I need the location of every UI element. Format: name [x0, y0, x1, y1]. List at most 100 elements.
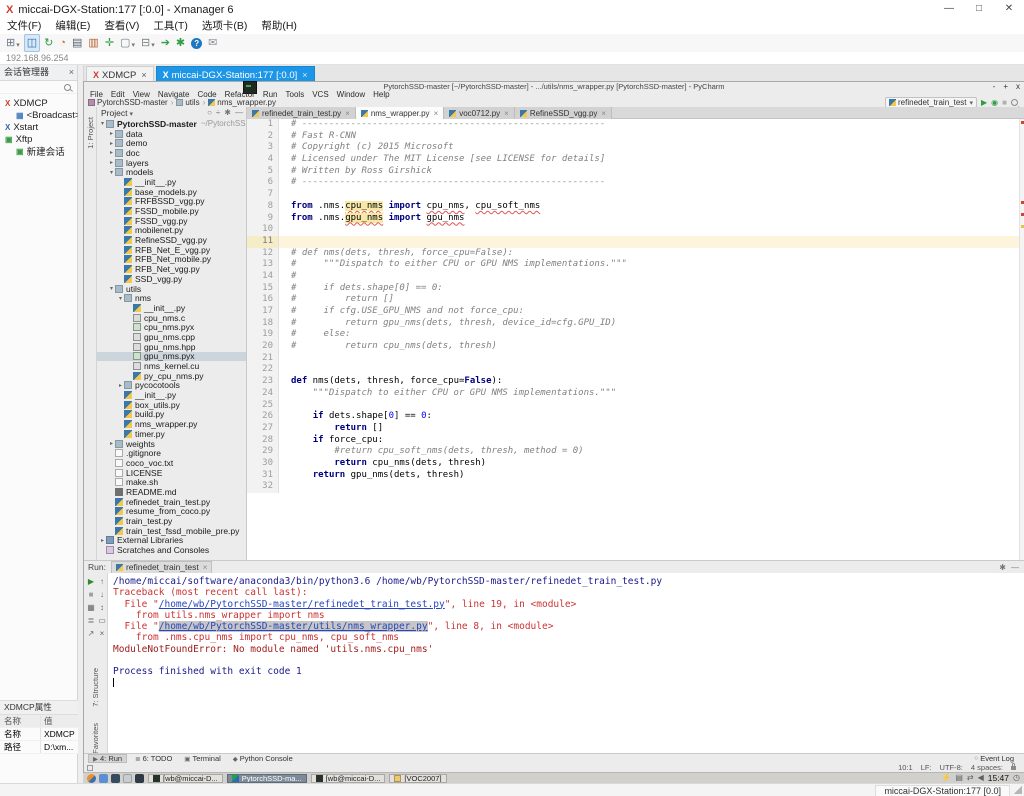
editor-tab[interactable]: refinedet_train_test.py: [247, 107, 356, 119]
tree-item[interactable]: mobilenet.py: [97, 226, 246, 236]
menu-item[interactable]: 查看(V): [97, 19, 146, 34]
tree-item[interactable]: README.md: [97, 487, 246, 497]
menu-item[interactable]: Code: [193, 91, 220, 98]
tree-item[interactable]: cpu_nms.c: [97, 313, 246, 323]
menu-item[interactable]: 文件(F): [0, 19, 48, 34]
feedback-icon[interactable]: ✉: [206, 35, 219, 51]
resize-grip[interactable]: [1014, 786, 1022, 794]
menu-item[interactable]: Run: [259, 91, 282, 98]
tile-windows-icon[interactable]: ⊟: [139, 35, 157, 51]
status-item[interactable]: LF:: [921, 763, 932, 772]
breadcrumb-item[interactable]: PytorchSSD-master: [88, 98, 176, 107]
search-everywhere-icon[interactable]: [1011, 99, 1018, 106]
expand-arrow-icon[interactable]: [108, 440, 115, 447]
expand-arrow-icon[interactable]: [108, 159, 115, 166]
run-settings-icon[interactable]: ✱: [999, 563, 1006, 572]
close-icon[interactable]: [500, 109, 509, 118]
tree-item[interactable]: FRFBSSD_vgg.py: [97, 197, 246, 207]
maximize-button[interactable]: □: [964, 0, 994, 19]
toolwindow-button[interactable]: ≣6: TODO: [131, 754, 176, 763]
project-hide-icon[interactable]: —: [235, 107, 243, 119]
toolwindow-button[interactable]: ▣Terminal: [180, 754, 225, 763]
menu-item[interactable]: 编辑(E): [48, 19, 97, 34]
session-item[interactable]: XXDMCP: [0, 97, 77, 109]
run-config-selector[interactable]: refinedet_train_test: [885, 97, 977, 108]
expand-arrow-icon[interactable]: [108, 130, 115, 137]
menu-item[interactable]: File: [86, 91, 107, 98]
run-button[interactable]: ▶: [981, 98, 987, 107]
restore-layout-icon[interactable]: ▦: [86, 602, 96, 613]
tree-item[interactable]: utils: [97, 284, 246, 294]
editor-tab[interactable]: RefineSSD_vgg.py: [515, 107, 612, 119]
stop-button[interactable]: ■: [1002, 98, 1007, 107]
project-panel-title[interactable]: Project: [101, 108, 127, 118]
code-area[interactable]: 1# -------------------------------------…: [247, 119, 1024, 560]
editor-tab[interactable]: nms_wrapper.py: [356, 107, 444, 119]
menu-item[interactable]: 选项卡(B): [195, 19, 255, 34]
breadcrumb-item[interactable]: nms_wrapper.py: [208, 98, 276, 107]
tree-item[interactable]: train_test.py: [97, 516, 246, 526]
tree-item[interactable]: LICENSE: [97, 468, 246, 478]
close-icon[interactable]: [297, 70, 307, 81]
project-filter-icon[interactable]: ○: [207, 107, 212, 119]
editor-launcher-icon[interactable]: [123, 774, 132, 783]
monitor-icon[interactable]: ▢: [118, 35, 137, 51]
tree-item[interactable]: PytorchSSD-master~/PytorchSSD-master: [97, 119, 246, 129]
run-console[interactable]: /home/miccai/software/anaconda3/bin/pyth…: [108, 573, 1024, 754]
expand-arrow-icon[interactable]: [117, 382, 124, 389]
search-icon[interactable]: [64, 84, 71, 91]
stripe-structure-button[interactable]: 7: Structure: [91, 668, 100, 707]
display-icon[interactable]: ⇄: [967, 773, 974, 783]
menu-item[interactable]: Help: [369, 91, 393, 98]
tree-item[interactable]: Scratches and Consoles: [97, 545, 246, 555]
scroll-to-end-icon[interactable]: ↗: [86, 628, 96, 639]
clear-icon[interactable]: ×: [97, 628, 107, 639]
tree-item[interactable]: train_test_fssd_mobile_pre.py: [97, 526, 246, 536]
up-stack-icon[interactable]: ↑: [97, 576, 107, 587]
expand-arrow-icon[interactable]: [117, 295, 124, 302]
tree-item[interactable]: gpu_nms.pyx: [97, 352, 246, 362]
printer-icon[interactable]: ▤: [955, 773, 963, 783]
tree-item[interactable]: RFB_Net_E_vgg.py: [97, 245, 246, 255]
console-file-link[interactable]: /home/wb/PytorchSSD-master/refinedet_tra…: [159, 599, 445, 610]
menu-item[interactable]: Tools: [282, 91, 309, 98]
power-icon[interactable]: ⚡: [941, 773, 951, 783]
status-item[interactable]: 4 spaces:: [971, 763, 1003, 772]
tree-item[interactable]: refinedet_train_test.py: [97, 497, 246, 507]
tree-item[interactable]: doc: [97, 148, 246, 158]
tree-item[interactable]: SSD_vgg.py: [97, 274, 246, 284]
breadcrumb-item[interactable]: utils: [176, 98, 208, 107]
pycharm-maximize-button[interactable]: +: [1003, 82, 1008, 91]
performance-icon[interactable]: ◔: [57, 35, 68, 51]
close-button[interactable]: ✕: [994, 0, 1024, 19]
session-item[interactable]: XXstart: [0, 121, 77, 133]
tree-item[interactable]: demo: [97, 138, 246, 148]
close-icon[interactable]: [597, 109, 606, 118]
tree-item[interactable]: RFB_Net_vgg.py: [97, 264, 246, 274]
run-tab[interactable]: refinedet_train_test: [111, 561, 212, 574]
tree-item[interactable]: layers: [97, 158, 246, 168]
capture-icon[interactable]: ▤: [70, 35, 84, 51]
tree-item[interactable]: __init__.py: [97, 303, 246, 313]
pycharm-close-button[interactable]: x: [1016, 82, 1020, 91]
tree-item[interactable]: resume_from_coco.py: [97, 507, 246, 517]
coverage-button[interactable]: ◉: [991, 98, 998, 107]
tree-item[interactable]: __init__.py: [97, 390, 246, 400]
close-icon[interactable]: [136, 70, 146, 81]
taskbar-window-button[interactable]: PytorchSSD-ma...: [227, 774, 307, 783]
files-launcher-icon[interactable]: [99, 774, 108, 783]
project-settings-icon[interactable]: ✱: [224, 107, 231, 119]
volume-icon[interactable]: ◀: [978, 773, 984, 783]
tree-item[interactable]: External Libraries: [97, 536, 246, 546]
tree-item[interactable]: py_cpu_nms.py: [97, 371, 246, 381]
fullscreen-icon[interactable]: ✛: [103, 35, 116, 51]
console-file-link[interactable]: /home/wb/PytorchSSD-master/utils/nms_wra…: [159, 621, 428, 632]
print-icon[interactable]: ▭: [97, 615, 107, 626]
tree-item[interactable]: nms_wrapper.py: [97, 419, 246, 429]
tree-item[interactable]: data: [97, 129, 246, 139]
status-item[interactable]: UTF-8:: [940, 763, 963, 772]
import-session-icon[interactable]: ▥: [86, 35, 100, 51]
terminal-launcher-icon[interactable]: [111, 774, 120, 783]
toolwindow-button[interactable]: ◆Python Console: [229, 754, 297, 763]
menu-item[interactable]: 帮助(H): [254, 19, 304, 34]
